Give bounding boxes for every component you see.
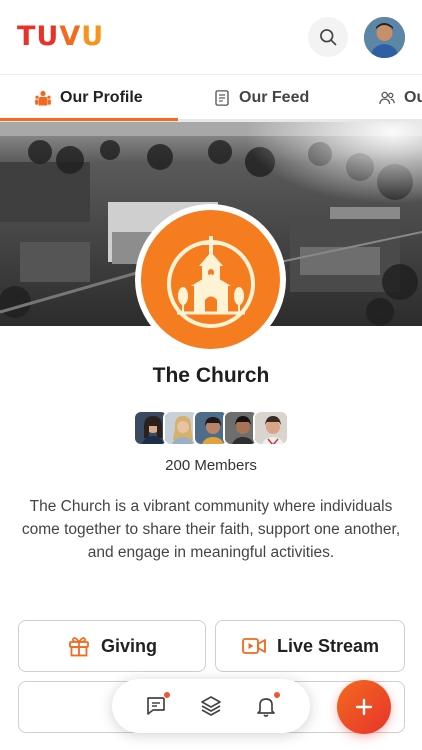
logo-part-2: V (59, 21, 82, 52)
tab-label: Our Feed (239, 88, 310, 106)
tab-our-profile[interactable]: Our Profile (34, 75, 143, 119)
giving-button[interactable]: Giving (18, 620, 206, 672)
nav-notifications[interactable] (253, 691, 282, 719)
church-name: The Church (152, 364, 270, 387)
active-tab-indicator (0, 118, 178, 121)
document-icon (215, 89, 229, 106)
church-description: The Church is a vibrant community where … (21, 498, 401, 561)
profile-tabs: Our Profile Our Feed Ou (0, 74, 422, 122)
church-logo-inner (141, 210, 280, 349)
live-stream-button[interactable]: Live Stream (215, 620, 405, 672)
layers-icon (201, 696, 221, 716)
people-icon (379, 91, 395, 104)
app-header: TUVU (0, 0, 422, 74)
plus-icon (355, 698, 373, 716)
logo-part-1: TU (17, 21, 60, 52)
unread-dot (162, 691, 171, 699)
nav-layers[interactable] (198, 693, 224, 719)
user-avatar[interactable] (364, 17, 405, 58)
church-icon (166, 235, 255, 328)
search-icon (320, 29, 337, 46)
nav-messages[interactable] (143, 691, 171, 719)
add-button[interactable] (337, 680, 391, 734)
tab-label: Ou (404, 88, 422, 106)
church-logo[interactable] (135, 204, 286, 355)
logo-part-3: U (81, 21, 105, 52)
members-count[interactable]: 200 Members (0, 457, 422, 474)
gift-icon (69, 637, 89, 657)
member-avatar (253, 410, 289, 446)
video-camera-icon (242, 638, 266, 654)
group-person-icon (35, 90, 51, 105)
tab-our-feed[interactable]: Our Feed (213, 75, 310, 119)
bottom-navigation (112, 679, 310, 733)
member-avatars[interactable] (133, 410, 293, 446)
giving-label: Giving (100, 635, 157, 656)
notification-dot (273, 691, 282, 699)
live-stream-label: Live Stream (276, 635, 380, 656)
tab-partial[interactable]: Ou (378, 75, 422, 119)
avatar-image (364, 17, 405, 58)
search-button[interactable] (308, 17, 348, 57)
tuvu-logo[interactable]: TUVU (17, 22, 104, 52)
tab-label: Our Profile (60, 88, 143, 106)
